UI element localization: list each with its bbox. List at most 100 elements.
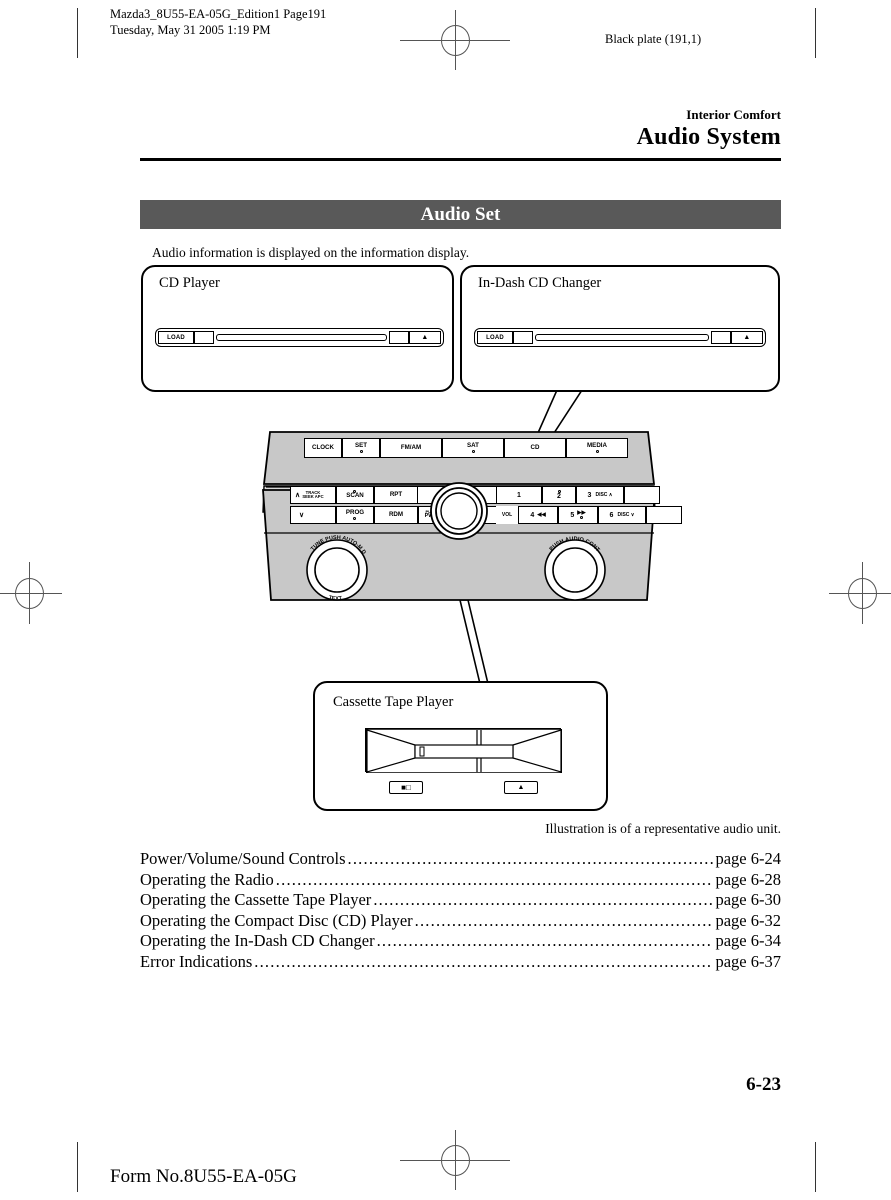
cassette-player-callout: Cassette Tape Player ■□ ▲ [313,681,608,811]
cd-player-disc-slot[interactable] [216,334,387,341]
toc-entry-page: page 6-37 [715,951,781,971]
button-preset-2-label: 2 [557,492,561,500]
page-folio: 6-23 [746,1074,781,1095]
cd-player-label: CD Player [159,275,220,291]
toc-entry[interactable]: Operating the Cassette Tape Player .....… [140,890,781,911]
button-power-label: PWR [424,513,438,520]
button-sat[interactable]: SAT [442,438,504,458]
trim-mark-top-left [77,8,78,58]
button-rpt[interactable]: RPT [374,486,418,504]
cassette-slot-svg [365,728,563,774]
toc-entry[interactable]: Operating the Compact Disc (CD) Player .… [140,911,781,932]
button-preset-1-label: 1 [517,491,521,499]
cd-player-eject-button[interactable]: ▲ [409,331,441,344]
cd-player-blank-key-1[interactable] [194,331,214,344]
button-prog[interactable]: PROG [336,506,374,524]
button-preset-4-rew[interactable]: 4 ◀◀ [518,506,558,524]
indicator-dot-icon [359,450,363,454]
cd-player-load-button[interactable]: LOAD [158,331,194,344]
cd-changer-load-button[interactable]: LOAD [477,331,513,344]
button-rdm-label: RDM [388,510,404,518]
indicator-dot-icon [595,450,599,454]
button-seek-up-sub2: SEEK APC [302,494,324,499]
toc-leader-dots: ........................................… [347,849,714,868]
button-scan-label: SCAN [346,492,364,500]
button-clock[interactable]: CLOCK [304,438,342,458]
button-media[interactable]: MEDIA [566,438,628,458]
toc-entry-page: page 6-34 [715,931,781,951]
audio-unit-control-rows: TRACK SEEK APC ∧ SCAN RPT 1 2 3 DISC ∧ ∨… [290,486,682,524]
toc-leader-dots: ........................................… [275,869,714,889]
toc-entry[interactable]: Power/Volume/Sound Controls ............… [140,849,781,870]
page-title: Audio System [636,124,781,150]
disc-up-icon: DISC ∧ [595,492,613,498]
toc-entry-page: page 6-32 [715,910,781,930]
toc-entry[interactable]: Operating the In-Dash CD Changer .......… [140,931,781,952]
button-seek-up[interactable]: TRACK SEEK APC ∧ [290,486,336,504]
indicator-dot-icon [579,516,583,520]
cassette-dolby-button[interactable]: ■□ [389,781,423,794]
blank-key-upper-right [624,486,660,504]
toc-entry-page: page 6-28 [715,869,781,889]
button-set[interactable]: SET [342,438,380,458]
knob-bezel-left-gap-upper [418,486,496,504]
indicator-dot-icon [471,450,475,454]
audio-unit-lower-row: ∨ PROG RDM PUSH PWR VOL 4 ◀◀ 5 ▶▶ 6 DISC… [290,506,682,524]
button-cd-label: CD [530,443,540,451]
cd-changer-blank-key-1[interactable] [513,331,533,344]
toc-entry-title: Operating the Radio [140,869,274,889]
button-fm-am-label: FM/AM [400,443,422,451]
disc-down-icon: DISC ∨ [617,512,635,518]
button-fm-am[interactable]: FM/AM [380,438,442,458]
button-rdm[interactable]: RDM [374,506,418,524]
button-set-label: SET [354,441,368,449]
trim-mark-bottom-right [815,1142,816,1192]
audio-unit-top-button-row: CLOCK SET FM/AM SAT CD MEDIA [304,438,628,458]
cd-changer-blank-key-2[interactable] [711,331,731,344]
cd-changer-label: In-Dash CD Changer [478,275,602,291]
cd-changer-slot-assembly: LOAD ▲ [474,328,766,347]
button-preset-2[interactable]: 2 [542,486,576,504]
audio-unit-controls: CLOCK SET FM/AM SAT CD MEDIA TRACK SEEK … [262,420,682,610]
button-clock-label: CLOCK [312,443,334,451]
chapter-kicker: Interior Comfort [686,107,781,122]
button-scan[interactable]: SCAN [336,486,374,504]
button-power[interactable]: PUSH PWR [418,506,444,524]
button-sat-label: SAT [467,441,479,449]
button-prog-label: PROG [345,509,365,517]
toc-leader-dots: ........................................… [376,931,714,951]
toc-entry-title: Error Indications [140,951,253,971]
section-heading-label: Audio Set [420,203,501,225]
cassette-slot-graphic[interactable] [365,728,563,774]
trim-mark-bottom-left [77,1142,78,1192]
cd-changer-disc-slot[interactable] [535,334,709,341]
print-job-meta: Mazda3_8U55-EA-05G_Edition1 Page191 Tues… [110,7,327,37]
toc-entry-page: page 6-24 [715,849,781,868]
button-preset-3-label: 3 [587,491,592,499]
toc-entry[interactable]: Operating the Radio ....................… [140,870,781,891]
blank-key-lower-right [646,506,682,524]
cd-player-callout: CD Player LOAD ▲ [141,265,454,392]
cassette-eject-button[interactable]: ▲ [504,781,538,794]
button-preset-5-ff[interactable]: 5 ▶▶ [558,506,598,524]
indicator-dot-icon [353,516,357,520]
registration-mark-bottom [400,1130,510,1190]
button-preset-6-disc-down[interactable]: 6 DISC ∨ [598,506,646,524]
cd-changer-eject-button[interactable]: ▲ [731,331,763,344]
black-plate-label: Black plate (191,1) [605,32,702,46]
button-seek-down[interactable]: ∨ [290,506,336,524]
button-media-label: MEDIA [587,441,607,449]
form-number: Form No.8U55-EA-05G [110,1166,297,1187]
label-volume-text: VOL [501,512,513,518]
toc-entry[interactable]: Error Indications ......................… [140,952,781,973]
button-preset-3-disc-up[interactable]: 3 DISC ∧ [576,486,624,504]
cd-player-blank-key-2[interactable] [389,331,409,344]
knob-bezel-left-gap-lower [444,506,496,524]
section-intro-text: Audio information is displayed on the in… [152,245,470,260]
cassette-player-label: Cassette Tape Player [333,694,454,710]
button-cd[interactable]: CD [504,438,566,458]
button-preset-6-label: 6 [609,511,614,519]
button-preset-1[interactable]: 1 [496,486,542,504]
toc-entry-title: Power/Volume/Sound Controls [140,849,346,868]
registration-mark-left [0,562,62,624]
